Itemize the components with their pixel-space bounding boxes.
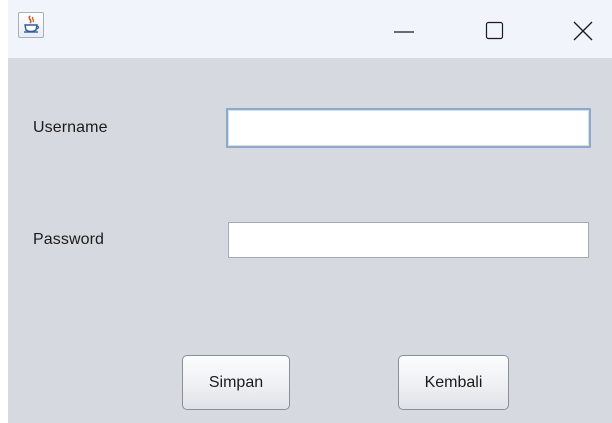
username-field[interactable] [226, 108, 591, 148]
close-icon [573, 21, 593, 41]
save-button[interactable]: Simpan [182, 355, 290, 410]
java-cup-icon[interactable] [18, 12, 44, 38]
minimize-button[interactable] [372, 0, 432, 58]
login-window: Username Password Simpan Kembali [8, 0, 612, 423]
password-label: Password [33, 231, 105, 248]
back-button[interactable]: Kembali [398, 355, 509, 410]
title-bar[interactable] [8, 0, 612, 58]
maximize-icon [485, 21, 504, 40]
maximize-button[interactable] [464, 0, 524, 58]
username-label: Username [33, 119, 108, 136]
minimize-icon [394, 31, 414, 33]
password-field[interactable] [228, 222, 589, 258]
close-button[interactable] [552, 0, 612, 58]
